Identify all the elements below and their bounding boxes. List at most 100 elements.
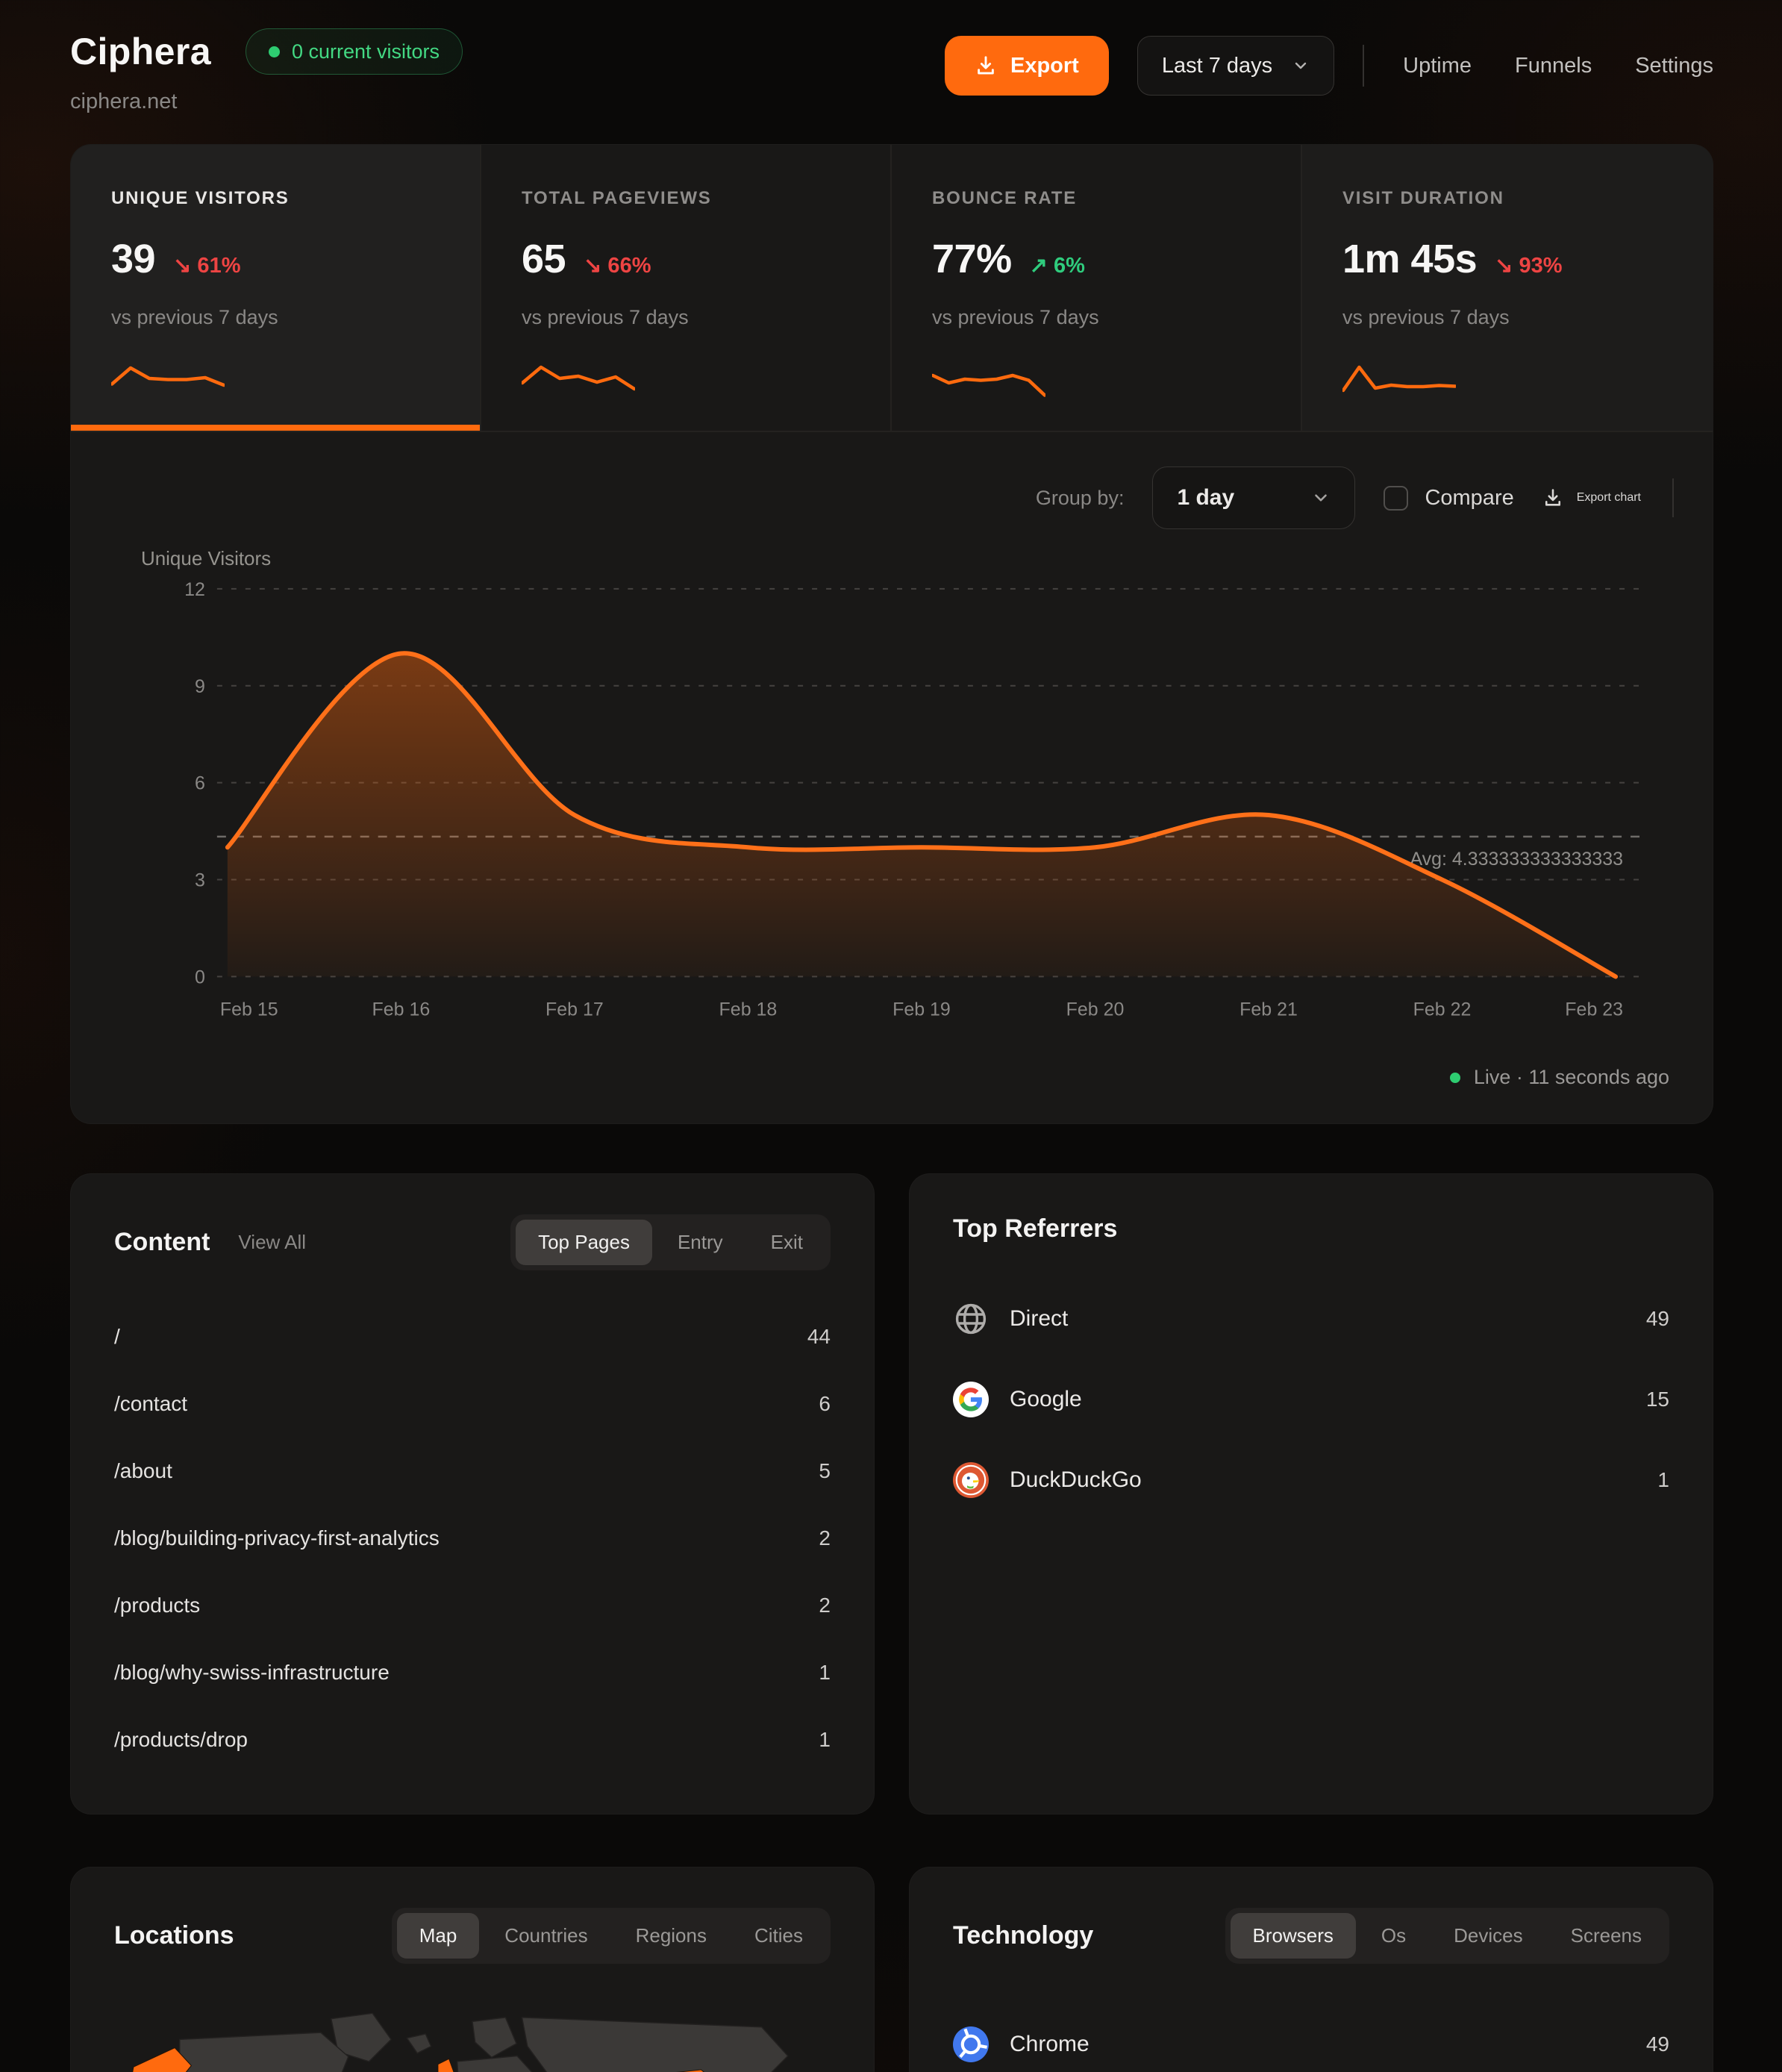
- stat-compare: vs previous 7 days: [1342, 306, 1672, 329]
- browser-count: 49: [1646, 2032, 1669, 2056]
- chart-area[interactable]: 036912Avg: 4.333333333333333Unique Visit…: [71, 534, 1713, 1058]
- stat-delta: ↘ 61%: [173, 252, 240, 278]
- controls-divider: [1672, 478, 1674, 517]
- group-by-select[interactable]: 1 day: [1152, 466, 1355, 529]
- map-russia: [522, 2018, 787, 2072]
- svg-text:6: 6: [195, 773, 205, 794]
- svg-text:3: 3: [195, 870, 205, 891]
- stat-card-unique-visitors[interactable]: UNIQUE VISITORS 39 ↘ 61% vs previous 7 d…: [71, 145, 481, 431]
- sparkline: [111, 358, 225, 405]
- map-canada: [180, 2032, 348, 2072]
- tab-countries[interactable]: Countries: [482, 1913, 610, 1959]
- stat-card-bounce-rate[interactable]: BOUNCE RATE 77% ↗ 6% vs previous 7 days: [892, 145, 1302, 431]
- referrer-count: 49: [1646, 1307, 1669, 1331]
- page-count: 44: [807, 1325, 831, 1349]
- header-left: Ciphera 0 current visitors ciphera.net: [70, 28, 463, 114]
- svg-text:Feb 17: Feb 17: [545, 999, 604, 1020]
- page-row[interactable]: /products/drop1: [114, 1706, 831, 1773]
- referrer-name: Direct: [1010, 1306, 1068, 1332]
- svg-text:Feb 23: Feb 23: [1565, 999, 1623, 1020]
- download-icon: [1542, 487, 1563, 508]
- date-range-select[interactable]: Last 7 days: [1137, 36, 1334, 96]
- export-button[interactable]: Export: [945, 36, 1109, 96]
- view-all-link[interactable]: View All: [238, 1231, 306, 1254]
- map-europe: [457, 2056, 539, 2072]
- current-visitors-label: 0 current visitors: [292, 40, 440, 63]
- referrers-title: Top Referrers: [953, 1214, 1117, 1243]
- technology-title: Technology: [953, 1921, 1093, 1950]
- tab-regions[interactable]: Regions: [613, 1913, 729, 1959]
- date-range-value: Last 7 days: [1162, 54, 1272, 78]
- green-dot-icon: [269, 46, 280, 57]
- map-uk-highlight: [438, 2059, 454, 2072]
- page-path: /blog/building-privacy-first-analytics: [114, 1526, 440, 1550]
- stat-compare: vs previous 7 days: [111, 306, 440, 329]
- page-row[interactable]: /blog/building-privacy-first-analytics2: [114, 1505, 831, 1572]
- stat-value: 65: [522, 236, 566, 282]
- compare-label: Compare: [1425, 486, 1513, 511]
- page-count: 5: [819, 1459, 831, 1483]
- stat-delta: ↘ 66%: [584, 252, 651, 278]
- current-visitors-badge: 0 current visitors: [246, 28, 463, 75]
- world-map[interactable]: [114, 1998, 831, 2072]
- referrer-count: 1: [1657, 1468, 1669, 1492]
- map-iceland: [407, 2034, 431, 2053]
- nav-funnels[interactable]: Funnels: [1515, 54, 1592, 78]
- browser-row-chrome[interactable]: Chrome 49: [953, 2009, 1669, 2072]
- svg-text:9: 9: [195, 676, 205, 697]
- page-count: 6: [819, 1392, 831, 1416]
- export-chart-label: Export chart: [1577, 491, 1641, 505]
- tab-top-pages[interactable]: Top Pages: [516, 1220, 652, 1265]
- chart-controls: Group by: 1 day Compare Export chart: [71, 432, 1713, 534]
- page-row[interactable]: /blog/why-swiss-infrastructure1: [114, 1639, 831, 1706]
- group-by-label: Group by:: [1036, 487, 1125, 510]
- download-icon: [975, 54, 997, 77]
- referrer-rows: Direct 49 Google 15: [953, 1285, 1669, 1514]
- duckduckgo-icon: [953, 1462, 989, 1498]
- tab-browsers[interactable]: Browsers: [1231, 1913, 1356, 1959]
- svg-text:Avg: 4.333333333333333: Avg: 4.333333333333333: [1410, 849, 1623, 870]
- referrer-row-direct[interactable]: Direct 49: [953, 1285, 1669, 1352]
- page-path: /about: [114, 1459, 172, 1483]
- page-path: /blog/why-swiss-infrastructure: [114, 1661, 390, 1685]
- stats-row: UNIQUE VISITORS 39 ↘ 61% vs previous 7 d…: [71, 145, 1713, 432]
- group-by-value: 1 day: [1177, 485, 1234, 511]
- tab-cities[interactable]: Cities: [732, 1913, 825, 1959]
- stat-card-total-pageviews[interactable]: TOTAL PAGEVIEWS 65 ↘ 66% vs previous 7 d…: [481, 145, 892, 431]
- export-label: Export: [1010, 54, 1079, 78]
- page-row[interactable]: /products2: [114, 1572, 831, 1639]
- tab-map[interactable]: Map: [397, 1913, 480, 1959]
- tab-exit[interactable]: Exit: [748, 1220, 825, 1265]
- tab-devices[interactable]: Devices: [1431, 1913, 1545, 1959]
- sparkline: [522, 358, 635, 405]
- referrer-row-duckduckgo[interactable]: DuckDuckGo 1: [953, 1447, 1669, 1514]
- export-chart-button[interactable]: Export chart: [1542, 487, 1641, 508]
- stat-value: 39: [111, 236, 155, 282]
- technology-tabs: Browsers Os Devices Screens: [1225, 1908, 1669, 1964]
- page-row[interactable]: /about 5: [114, 1438, 831, 1505]
- chevron-down-icon: [1292, 57, 1310, 75]
- page-path: /: [114, 1325, 120, 1349]
- header-actions: Export Last 7 days Uptime Funnels Settin…: [945, 28, 1713, 96]
- page-count: 1: [819, 1728, 831, 1752]
- referrer-row-google[interactable]: Google 15: [953, 1366, 1669, 1433]
- stat-delta: ↗ 6%: [1030, 252, 1085, 278]
- referrer-name: DuckDuckGo: [1010, 1467, 1142, 1493]
- tab-screens[interactable]: Screens: [1548, 1913, 1664, 1959]
- compare-checkbox[interactable]: [1384, 486, 1408, 511]
- svg-text:Feb 19: Feb 19: [892, 999, 951, 1020]
- header: Ciphera 0 current visitors ciphera.net E…: [70, 28, 1713, 114]
- stat-card-visit-duration[interactable]: VISIT DURATION 1m 45s ↘ 93% vs previous …: [1302, 145, 1713, 431]
- tab-entry[interactable]: Entry: [655, 1220, 745, 1265]
- page-row[interactable]: / 44: [114, 1303, 831, 1370]
- svg-text:12: 12: [184, 579, 205, 600]
- page-row[interactable]: /contact6: [114, 1370, 831, 1438]
- tab-os[interactable]: Os: [1359, 1913, 1428, 1959]
- page-count: 2: [819, 1594, 831, 1617]
- stat-delta: ↘ 93%: [1495, 252, 1562, 278]
- browser-rows: Chrome 49 Firefox 15: [953, 2009, 1669, 2072]
- nav-settings[interactable]: Settings: [1635, 54, 1713, 78]
- nav-uptime[interactable]: Uptime: [1403, 54, 1472, 78]
- svg-text:Feb 22: Feb 22: [1413, 999, 1472, 1020]
- content-tabs: Top Pages Entry Exit: [510, 1214, 831, 1270]
